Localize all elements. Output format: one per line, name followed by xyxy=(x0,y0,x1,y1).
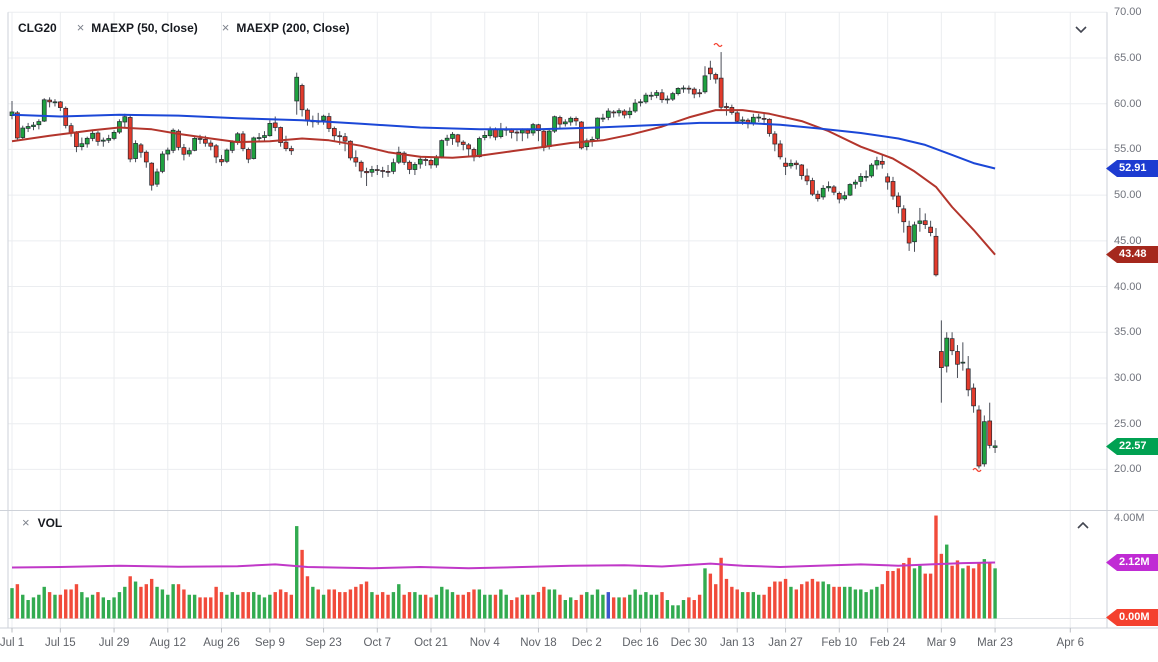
price-pane-legend: CLG20 × MAEXP (50, Close) × MAEXP (200, … xyxy=(18,20,374,35)
volume-pane-legend: × VOL xyxy=(22,515,62,530)
last-price-badge: 22.57 xyxy=(1106,438,1158,455)
volume-axis-top-label: 4.00M xyxy=(1114,512,1145,524)
remove-indicator-icon[interactable]: × xyxy=(222,20,230,35)
remove-volume-icon[interactable]: × xyxy=(22,515,30,530)
candlestick-chart-canvas[interactable] xyxy=(0,0,1158,662)
volume-ma-badge: 2.12M xyxy=(1106,554,1158,571)
ma50-price-badge: 43.48 xyxy=(1106,246,1158,263)
ma200-price-badge: 52.91 xyxy=(1106,160,1158,177)
indicator-label-maexp200[interactable]: MAEXP (200, Close) xyxy=(236,21,349,35)
ma200-line xyxy=(11,113,996,170)
symbol-label[interactable]: CLG20 xyxy=(18,21,57,35)
chevron-down-icon[interactable] xyxy=(1071,21,1091,37)
indicator-label-maexp50[interactable]: MAEXP (50, Close) xyxy=(91,21,197,35)
volume-label[interactable]: VOL xyxy=(38,516,63,530)
trading-chart-window: CLG20 × MAEXP (50, Close) × MAEXP (200, … xyxy=(0,0,1158,662)
chevron-up-icon[interactable] xyxy=(1073,517,1093,533)
remove-indicator-icon[interactable]: × xyxy=(77,20,85,35)
volume-zero-badge: 0.00M xyxy=(1106,609,1158,626)
